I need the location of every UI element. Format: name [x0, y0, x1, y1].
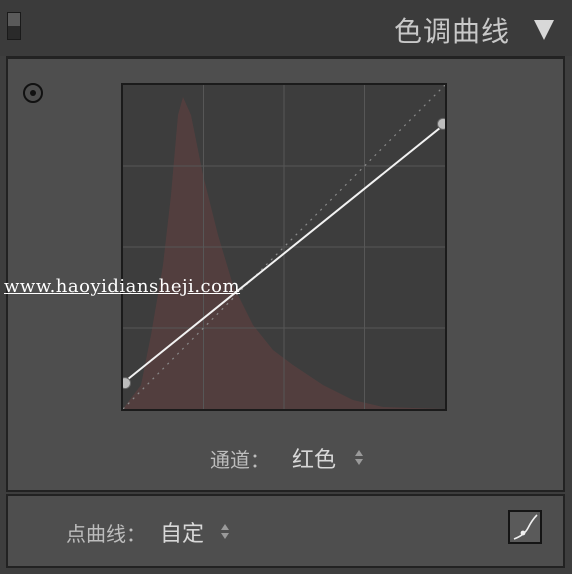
watermark-text: www.haoyidiansheji.com — [4, 276, 241, 297]
channel-select[interactable]: 红色 — [292, 442, 336, 474]
point-curve-label: 点曲线： — [66, 522, 146, 546]
curve-edit-icon — [513, 514, 538, 540]
collapse-triangle-icon[interactable] — [534, 20, 554, 40]
curve-canvas[interactable] — [123, 85, 445, 409]
channel-row: 通道： 红色 — [8, 444, 563, 474]
curve-point-end[interactable] — [437, 117, 446, 130]
edit-point-curve-button[interactable] — [508, 510, 542, 544]
panel-title: 色调曲线 — [393, 15, 510, 48]
panel-toggle-switch[interactable] — [7, 12, 21, 40]
panel-content: 通道： 红色 — [6, 56, 565, 492]
point-curve-select[interactable]: 自定 — [160, 516, 204, 548]
point-curve-row: 点曲线： 自定 — [6, 494, 565, 568]
channel-label: 通道： — [210, 448, 270, 472]
channel-stepper-icon[interactable] — [354, 449, 364, 467]
curve-point-start[interactable] — [123, 377, 131, 390]
target-adjustment-icon[interactable] — [23, 83, 43, 103]
panel-header[interactable]: 色调曲线 — [0, 0, 572, 56]
point-curve-stepper-icon[interactable] — [220, 523, 230, 541]
tone-curve-panel: 色调曲线 通道： 红色 点曲线： 自定 www.haoyidiansheji.c… — [0, 0, 572, 574]
tone-curve-graph[interactable] — [121, 83, 447, 411]
